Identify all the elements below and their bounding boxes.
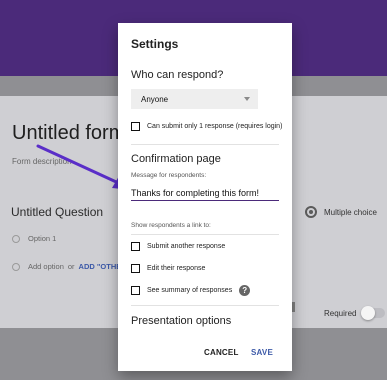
see-summary-label: See summary of responses (147, 287, 233, 294)
form-title[interactable]: Untitled form (12, 122, 125, 145)
settings-dialog: Settings Who can respond? Anyone Can sub… (118, 23, 292, 371)
checkbox[interactable] (131, 242, 140, 251)
dropdown-value: Anyone (141, 94, 169, 104)
who-can-respond-heading: Who can respond? (131, 69, 224, 81)
add-option-or: or (67, 262, 75, 271)
submit-another-option[interactable]: Submit another response (131, 242, 225, 251)
show-link-label: Show respondents a link to: (131, 222, 211, 229)
checkbox[interactable] (131, 122, 140, 131)
edit-response-option[interactable]: Edit their response (131, 264, 205, 273)
radio-icon (12, 234, 20, 243)
dialog-title: Settings (131, 37, 179, 51)
submit-another-label: Submit another response (147, 243, 226, 250)
who-can-respond-dropdown[interactable]: Anyone (131, 89, 258, 109)
see-summary-option[interactable]: See summary of responses ? (131, 285, 251, 296)
save-button[interactable]: SAVE (251, 348, 273, 357)
checkbox[interactable] (131, 264, 140, 273)
required-toggle-row[interactable]: Required (324, 306, 386, 320)
presentation-options-heading[interactable]: Presentation options (131, 315, 231, 327)
radio-selected-icon (305, 206, 317, 218)
option-label: Option 1 (28, 234, 57, 243)
form-description[interactable]: Form description (12, 157, 72, 166)
edit-response-label: Edit their response (147, 265, 206, 272)
option-row[interactable]: Option 1 (12, 234, 56, 243)
required-toggle[interactable] (361, 306, 386, 320)
divider (131, 144, 279, 145)
confirmation-page-heading: Confirmation page (131, 153, 221, 165)
add-option-text[interactable]: Add option (28, 262, 64, 271)
question-type-selector[interactable]: Multiple choice (305, 206, 377, 218)
divider (131, 234, 279, 235)
limit-one-response-label: Can submit only 1 response (requires log… (147, 123, 283, 130)
message-label: Message for respondents: (131, 172, 207, 179)
help-icon[interactable]: ? (239, 285, 251, 296)
add-option-row[interactable]: Add option or ADD "OTHER" (12, 262, 130, 271)
question-type-label: Multiple choice (324, 207, 377, 217)
required-label: Required (324, 308, 357, 318)
radio-icon (12, 262, 20, 271)
limit-one-response-option[interactable]: Can submit only 1 response (requires log… (131, 122, 282, 131)
cancel-button[interactable]: CANCEL (204, 348, 239, 357)
confirmation-message-input[interactable]: Thanks for completing this form! (131, 185, 279, 201)
checkbox[interactable] (131, 286, 140, 295)
chevron-down-icon (244, 97, 250, 101)
question-title[interactable]: Untitled Question (11, 205, 103, 219)
divider (131, 305, 279, 306)
